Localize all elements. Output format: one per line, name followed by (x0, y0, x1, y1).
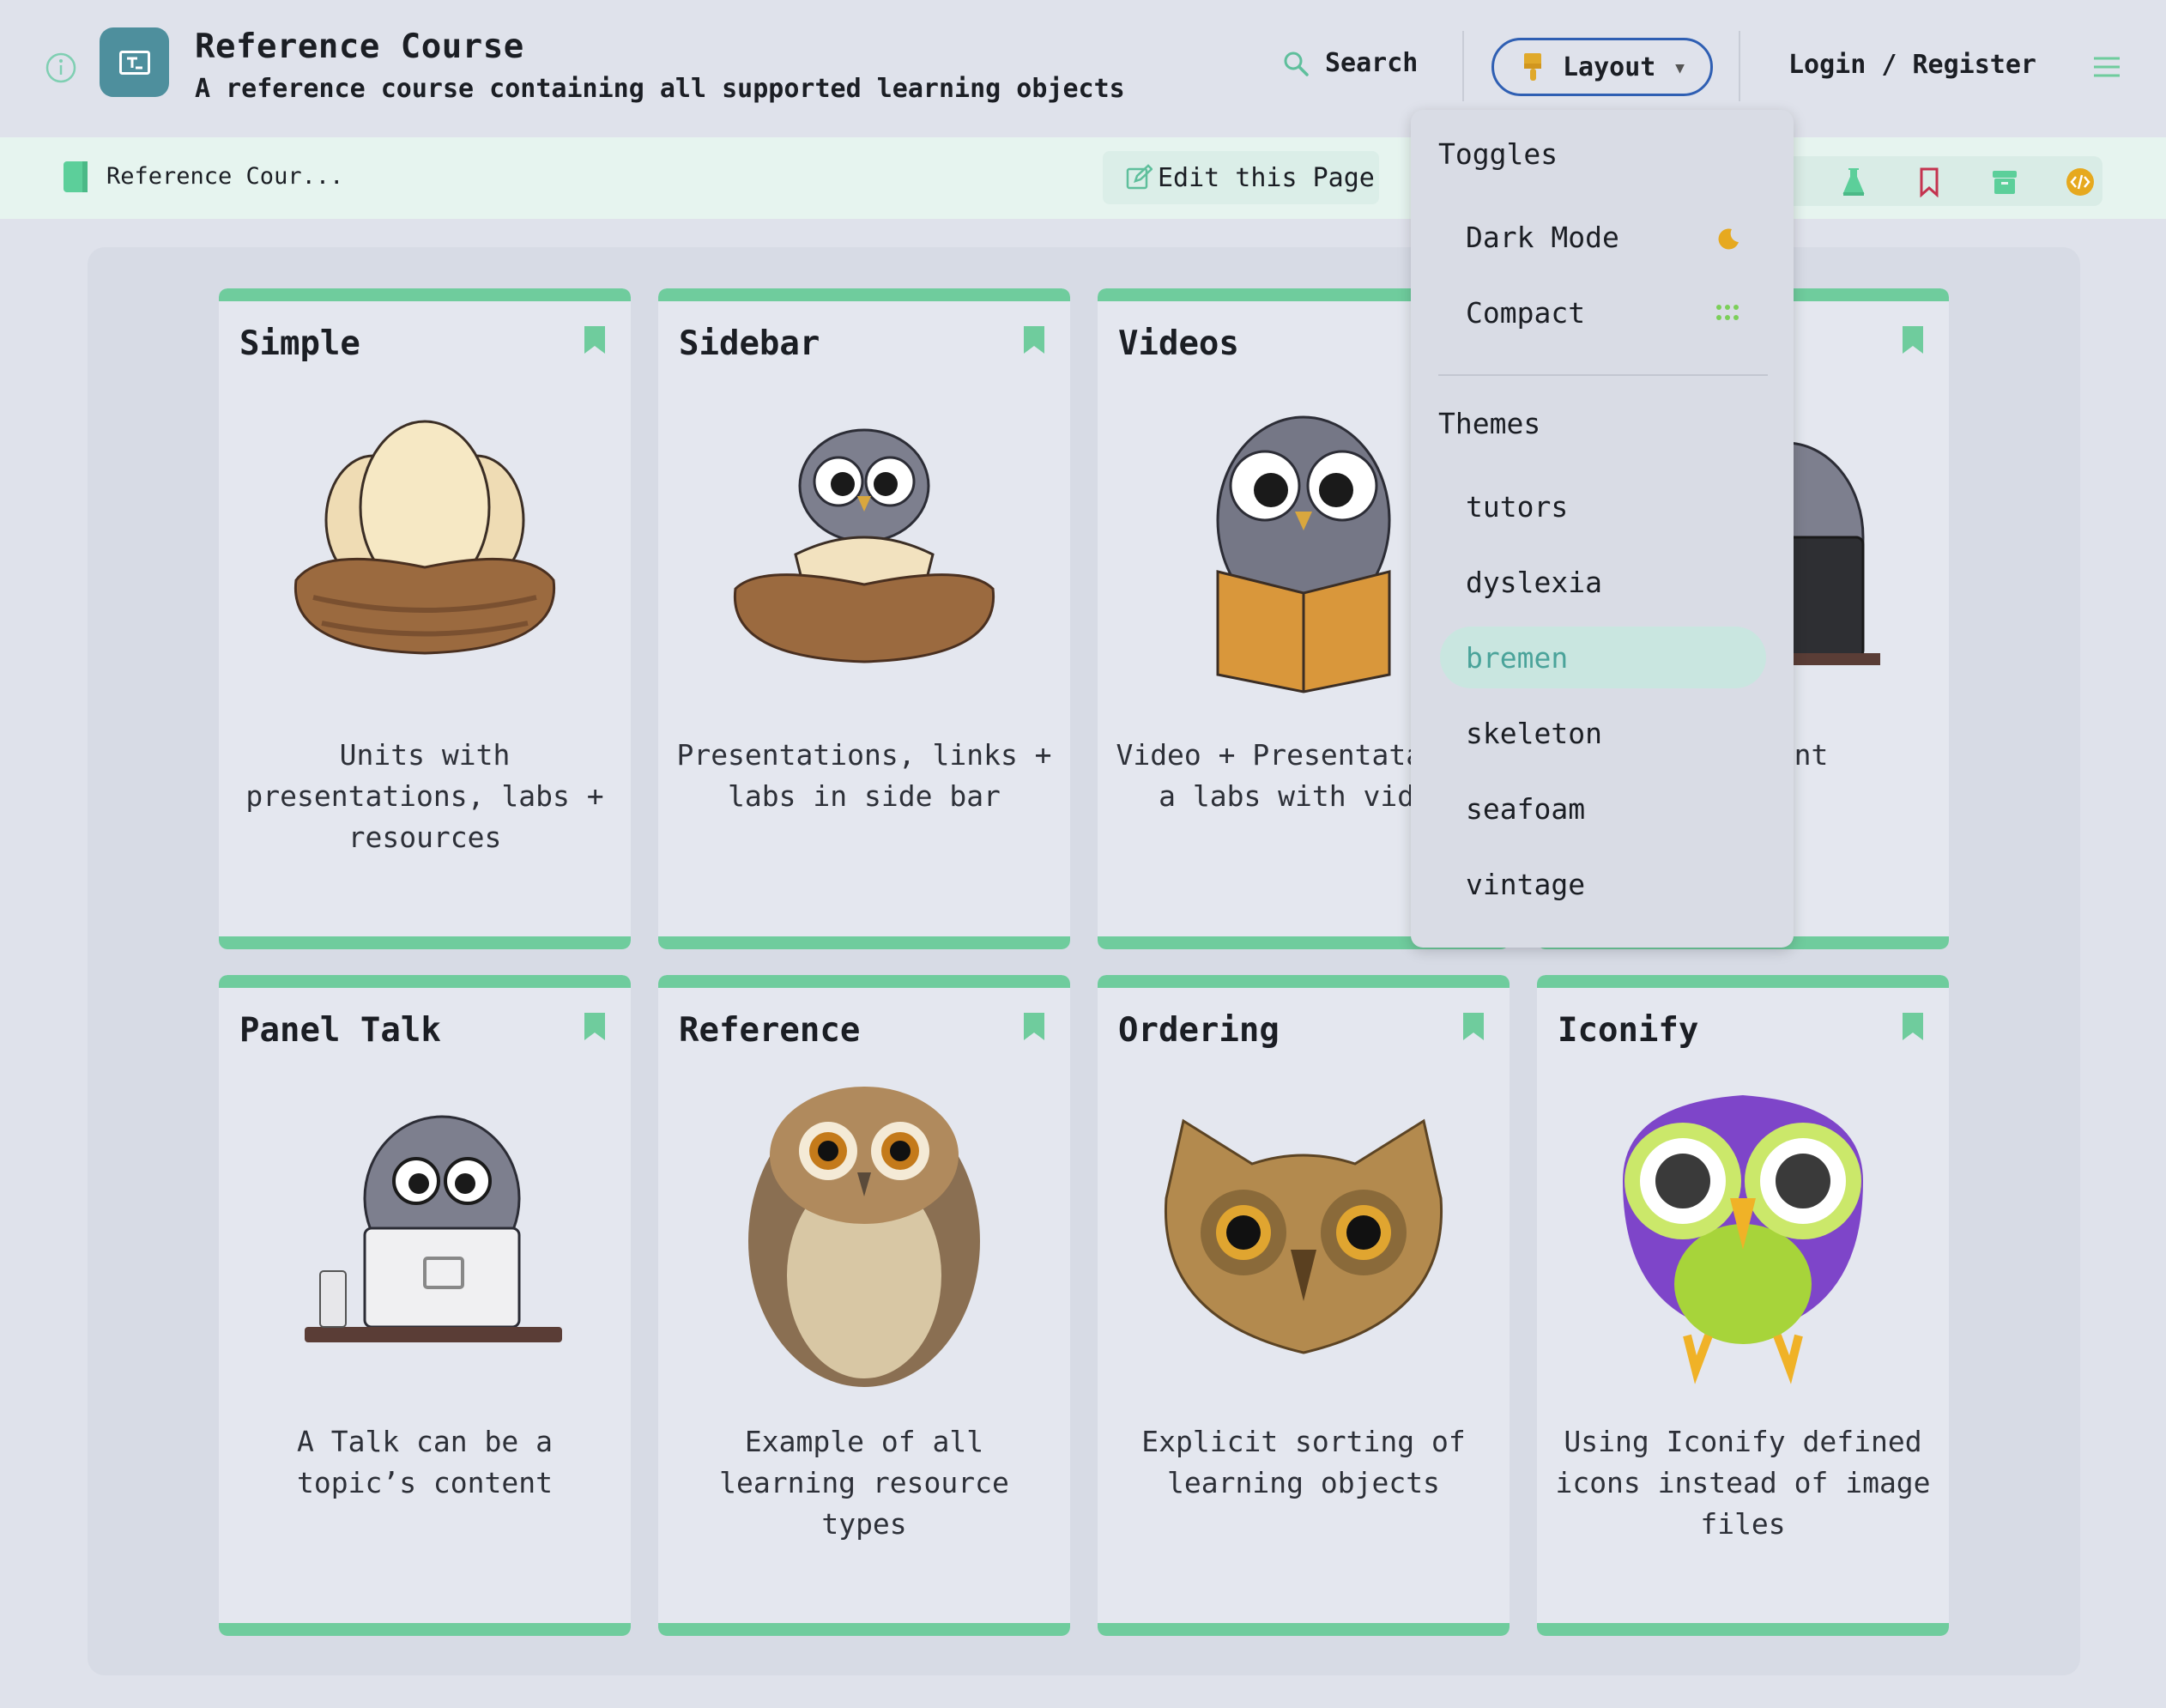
lab-flask-icon[interactable] (1838, 167, 1869, 197)
theme-skeleton[interactable]: skeleton (1440, 702, 1766, 764)
toggles-heading: Toggles (1438, 137, 1558, 171)
card-title: Sidebar (679, 324, 820, 363)
theme-bremen[interactable]: bremen (1440, 627, 1766, 688)
theme-tutors[interactable]: tutors (1440, 475, 1766, 537)
divider (1462, 31, 1464, 101)
card-title: Videos (1118, 324, 1239, 363)
edit-page-button[interactable]: Edit this Page (1103, 151, 1379, 204)
course-logo-icon[interactable] (100, 27, 169, 97)
owl-hatching-illustration (733, 428, 995, 663)
bookmark-icon[interactable] (584, 1013, 605, 1040)
card-simple[interactable]: Simple Units with presentations, labs + … (219, 288, 631, 949)
divider (1739, 31, 1740, 101)
theme-seafoam[interactable]: seafoam (1440, 778, 1766, 839)
edit-page-label: Edit this Page (1158, 162, 1375, 193)
top-header: Reference Course A reference course cont… (0, 0, 2166, 137)
dots-grid-icon (1716, 305, 1739, 320)
search-label: Search (1325, 48, 1419, 78)
card-description: Example of all learning resource types (719, 1425, 1009, 1541)
bookmark-icon[interactable] (1463, 1013, 1484, 1040)
code-icon[interactable] (2065, 167, 2096, 197)
bookmark-icon[interactable] (1903, 326, 1923, 354)
card-description: Presentations, links + labs in side bar (676, 738, 1052, 813)
breadcrumb[interactable]: Reference Cour... (106, 163, 343, 190)
menu-icon[interactable] (2092, 55, 2121, 79)
card-iconify[interactable]: Iconify Using Iconify defined icons inst… (1537, 975, 1949, 1636)
card-title: Ordering (1118, 1011, 1280, 1050)
info-icon[interactable] (45, 51, 77, 84)
card-title: Iconify (1558, 1011, 1699, 1050)
card-sidebar[interactable]: Sidebar Presentations, links + labs in s… (658, 288, 1070, 949)
course-book-icon (64, 161, 88, 192)
theme-dyslexia[interactable]: dyslexia (1440, 551, 1766, 613)
login-register-link[interactable]: Login / Register (1788, 50, 2036, 80)
paintbrush-icon (1524, 53, 1541, 81)
toggle-label: Compact (1466, 295, 1586, 330)
layout-dropdown-menu: Toggles Dark Mode Compact Themes tutors … (1411, 110, 1794, 948)
purple-owl-icon (1623, 1095, 1863, 1384)
search-icon (1284, 51, 1309, 76)
eggs-nest-illustration (293, 420, 556, 655)
page-subtitle: A reference course containing all suppor… (195, 74, 1125, 104)
layout-button[interactable]: Layout ▼ (1491, 38, 1713, 96)
layout-label: Layout (1563, 51, 1656, 82)
bookmark-icon[interactable] (1914, 167, 1945, 197)
divider (1438, 374, 1768, 376)
card-description: Units with presentations, labs + resourc… (245, 738, 604, 854)
moon-icon (1718, 228, 1739, 250)
toggle-label: Dark Mode (1466, 220, 1619, 254)
card-description: A Talk can be a topic’s content (296, 1425, 553, 1499)
bookmark-icon[interactable] (1024, 326, 1044, 354)
toggle-compact[interactable]: Compact (1440, 282, 1766, 343)
card-title: Simple (239, 324, 360, 363)
card-description: Using Iconify defined icons instead of i… (1555, 1425, 1931, 1541)
course-toolbar: Reference Cour... Edit this Page (0, 137, 2166, 219)
theme-vintage[interactable]: vintage (1440, 853, 1766, 915)
edit-icon (1126, 164, 1153, 190)
course-tools (1768, 156, 2102, 206)
owl-desk-laptop-illustration (305, 1115, 562, 1342)
card-reference[interactable]: Reference Example of all learning resour… (658, 975, 1070, 1636)
toggle-dark-mode[interactable]: Dark Mode (1440, 206, 1766, 268)
card-title: Panel Talk (239, 1011, 441, 1050)
bookmark-icon[interactable] (1903, 1013, 1923, 1040)
bookmark-icon[interactable] (584, 326, 605, 354)
card-panel-talk[interactable]: Panel Talk A Talk can be a topic’s conte… (219, 975, 631, 1636)
realistic-owl-illustration (748, 1087, 980, 1387)
page-title: Reference Course (195, 27, 524, 66)
card-description: Explicit sorting of learning objects (1141, 1425, 1466, 1499)
bookmark-icon[interactable] (1024, 1013, 1044, 1040)
card-title: Reference (679, 1011, 861, 1050)
owl-face-illustration (1164, 1118, 1443, 1354)
search-button[interactable]: Search (1282, 48, 1418, 78)
themes-heading: Themes (1438, 407, 1541, 440)
archive-icon[interactable] (1989, 167, 2020, 197)
card-ordering[interactable]: Ordering Explicit sorting of learning ob… (1098, 975, 1510, 1636)
chevron-down-icon: ▼ (1675, 59, 1685, 77)
